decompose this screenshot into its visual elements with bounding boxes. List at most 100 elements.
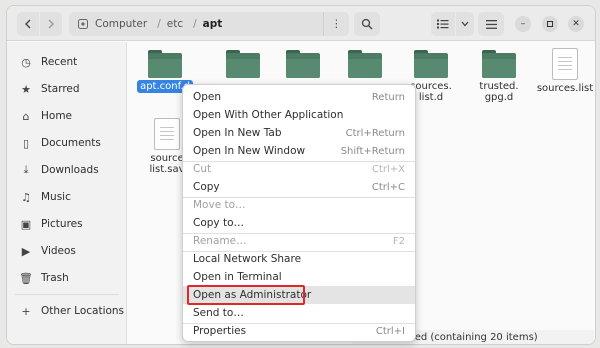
file-item[interactable] <box>272 50 334 81</box>
sidebar-item-recent[interactable]: ◷ Recent <box>7 50 127 74</box>
sidebar-item-label: Home <box>41 110 73 122</box>
trash-icon: 🗑 <box>19 271 33 285</box>
menu-item-open-new-tab[interactable]: Open In New Tab Ctrl+Return <box>183 124 415 142</box>
sidebar-item-label: Downloads <box>41 164 99 176</box>
menu-item-move-to[interactable]: Move to… <box>183 196 415 214</box>
path-menu-button[interactable]: ⋮ <box>323 12 349 36</box>
menu-item-shortcut: Ctrl+X <box>371 163 405 175</box>
sidebar-item-music[interactable]: ♫ Music <box>7 185 127 209</box>
file-name: sources.list <box>536 83 594 94</box>
computer-icon <box>78 19 88 29</box>
sidebar-item-label: Pictures <box>41 218 83 230</box>
menu-item-cut[interactable]: Cut Ctrl+X <box>183 160 415 178</box>
menu-item-open-in-terminal[interactable]: Open in Terminal <box>183 268 415 286</box>
menu-item-label: Open in Terminal <box>193 271 282 283</box>
highlight-annotation-box <box>187 285 305 305</box>
folder-icon <box>482 50 516 78</box>
menu-item-label: Move to… <box>193 199 246 211</box>
path-separator: / <box>193 18 197 30</box>
minimize-icon: – <box>520 19 526 29</box>
sidebar-item-label: Trash <box>41 272 69 284</box>
video-icon: ▶ <box>21 244 31 258</box>
folder-icon <box>148 50 182 78</box>
menu-item-label: Rename… <box>193 235 247 247</box>
path-bar[interactable]: Computer / etc / apt ⋮ <box>69 12 349 36</box>
folder-icon <box>348 50 382 78</box>
sidebar-item-other-locations[interactable]: + Other Locations <box>7 299 127 323</box>
menu-item-label: Send to… <box>193 307 244 319</box>
document-icon: ▯ <box>22 136 30 150</box>
file-name: trusted. <box>479 81 519 92</box>
menu-item-shortcut: Ctrl+Return <box>345 127 405 139</box>
search-icon <box>361 18 373 30</box>
menu-item-shortcut: Shift+Return <box>340 145 405 157</box>
context-menu: Open Return Open With Other Application … <box>182 84 416 342</box>
menu-item-label: Cut <box>193 163 212 175</box>
sidebar-item-label: Starred <box>41 83 80 95</box>
sidebar-item-trash[interactable]: 🗑 Trash <box>7 266 127 290</box>
menu-item-send-to[interactable]: Send to… <box>183 304 415 322</box>
menu-item-copy-to[interactable]: Copy to… <box>183 214 415 232</box>
path-crumb-apt[interactable]: apt <box>203 18 223 30</box>
menu-item-shortcut: Return <box>371 91 405 103</box>
maximize-button[interactable] <box>542 16 558 32</box>
clock-icon: ◷ <box>21 55 31 69</box>
path-crumb-computer[interactable]: Computer <box>95 18 147 30</box>
menu-item-label: Open In New Tab <box>193 127 282 139</box>
path-crumb-etc[interactable]: etc <box>167 18 183 30</box>
sidebar-item-label: Other Locations <box>41 305 125 317</box>
menu-item-label: Copy <box>193 181 220 193</box>
sidebar-item-pictures[interactable]: ▣ Pictures <box>7 212 127 236</box>
text-file-icon <box>154 118 180 150</box>
menu-item-open-new-window[interactable]: Open In New Window Shift+Return <box>183 142 415 160</box>
header-bar: Computer / etc / apt ⋮ – ✕ <box>7 6 595 41</box>
file-item[interactable] <box>212 50 274 81</box>
sidebar-item-label: Videos <box>41 245 76 257</box>
plus-icon: + <box>21 304 31 318</box>
file-item[interactable] <box>334 50 396 81</box>
menu-item-shortcut: F2 <box>392 235 405 247</box>
sidebar-divider <box>15 294 119 295</box>
list-view-icon <box>437 19 449 29</box>
hamburger-icon <box>485 19 497 29</box>
sidebar-item-starred[interactable]: ★ Starred <box>7 77 127 101</box>
menu-item-rename[interactable]: Rename… F2 <box>183 232 415 250</box>
sidebar: ◷ Recent ★ Starred ⌂ Home ▯ Documents ⤓ Downl… <box>7 42 127 344</box>
menu-item-shortcut: Ctrl+C <box>371 181 405 193</box>
menu-item-label: Open In New Window <box>193 145 306 157</box>
menu-item-open[interactable]: Open Return <box>183 88 415 106</box>
menu-item-copy[interactable]: Copy Ctrl+C <box>183 178 415 196</box>
sidebar-item-videos[interactable]: ▶ Videos <box>7 239 127 263</box>
view-toggle-button[interactable] <box>431 12 455 36</box>
close-button[interactable]: ✕ <box>568 16 584 32</box>
menu-item-shortcut: Ctrl+I <box>375 325 405 337</box>
minimize-button[interactable]: – <box>515 16 531 32</box>
sidebar-item-label: Recent <box>41 56 78 68</box>
chevron-right-icon <box>48 19 54 29</box>
music-icon: ♫ <box>21 190 31 204</box>
picture-icon: ▣ <box>20 217 32 231</box>
file-item[interactable]: trusted. gpg.d <box>468 50 530 103</box>
sidebar-item-label: Documents <box>41 137 101 149</box>
back-button[interactable] <box>17 12 39 36</box>
file-name: gpg.d <box>484 92 514 103</box>
search-button[interactable] <box>354 12 380 36</box>
vertical-dots-icon: ⋮ <box>331 18 342 30</box>
close-icon: ✕ <box>572 19 580 29</box>
menu-item-local-network-share[interactable]: Local Network Share <box>183 250 415 268</box>
sidebar-item-downloads[interactable]: ⤓ Downloads <box>7 158 127 182</box>
menu-item-label: Copy to… <box>193 217 245 229</box>
chevron-left-icon <box>25 19 31 29</box>
home-icon: ⌂ <box>22 109 30 123</box>
sidebar-item-documents[interactable]: ▯ Documents <box>7 131 127 155</box>
view-options-dropdown[interactable] <box>456 12 474 36</box>
menu-item-open-with[interactable]: Open With Other Application <box>183 106 415 124</box>
download-icon: ⤓ <box>23 163 29 176</box>
sidebar-item-home[interactable]: ⌂ Home <box>7 104 127 128</box>
forward-button[interactable] <box>40 12 62 36</box>
main-menu-button[interactable] <box>478 12 504 36</box>
file-item[interactable]: sources.list <box>534 48 595 94</box>
folder-icon <box>414 50 448 78</box>
chevron-down-icon <box>461 21 469 27</box>
menu-item-properties[interactable]: Properties Ctrl+I <box>183 322 415 340</box>
